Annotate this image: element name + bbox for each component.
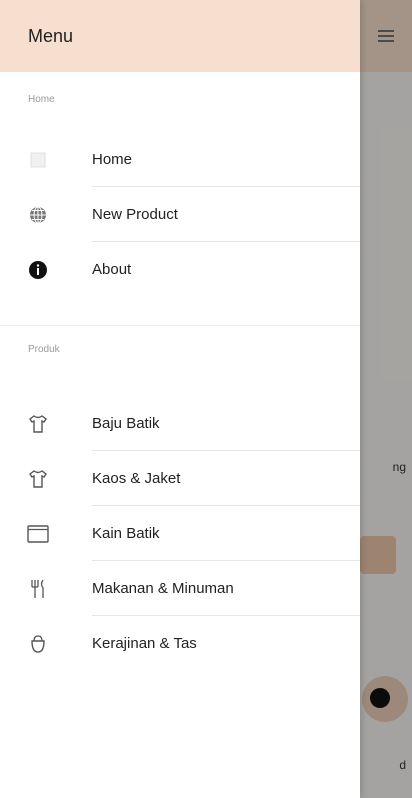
menu-item-label: Kerajinan & Tas: [92, 635, 197, 652]
menu-item-label: About: [92, 261, 132, 278]
drawer-title: Menu: [28, 25, 74, 46]
produk-section-list: Baju Batik Kaos & Jaket Kain Batik Makan…: [0, 396, 360, 671]
section-label-produk: Produk: [28, 344, 60, 355]
menu-item-label: Kain Batik: [92, 525, 160, 542]
cloth-icon: [26, 522, 50, 546]
bag-icon: [26, 632, 50, 656]
shirt-icon: [26, 467, 50, 491]
menu-item-new-product[interactable]: New Product: [0, 187, 360, 242]
section-label-home: Home: [28, 94, 55, 105]
navigation-drawer: Menu Home Home New Product About Produk …: [0, 0, 360, 798]
menu-item-baju-batik[interactable]: Baju Batik: [0, 396, 360, 451]
menu-item-label: Home: [92, 151, 133, 168]
menu-item-kaos-jaket[interactable]: Kaos & Jaket: [0, 451, 360, 506]
home-section-list: Home New Product About: [0, 132, 360, 297]
section-divider: [0, 325, 360, 326]
shirt-icon: [26, 412, 50, 436]
globe-icon: [26, 203, 50, 227]
drawer-header: Menu: [0, 0, 360, 72]
menu-item-label: New Product: [92, 206, 178, 223]
menu-item-home[interactable]: Home: [0, 132, 360, 187]
menu-item-about[interactable]: About: [0, 242, 360, 297]
menu-item-makanan-minuman[interactable]: Makanan & Minuman: [0, 561, 360, 616]
menu-item-kerajinan-tas[interactable]: Kerajinan & Tas: [0, 616, 360, 671]
home-icon: [26, 148, 50, 172]
info-icon: [26, 258, 50, 282]
menu-item-label: Baju Batik: [92, 415, 160, 432]
utensils-icon: [26, 577, 50, 601]
menu-item-label: Kaos & Jaket: [92, 470, 181, 487]
menu-item-kain-batik[interactable]: Kain Batik: [0, 506, 360, 561]
menu-item-label: Makanan & Minuman: [92, 580, 234, 597]
